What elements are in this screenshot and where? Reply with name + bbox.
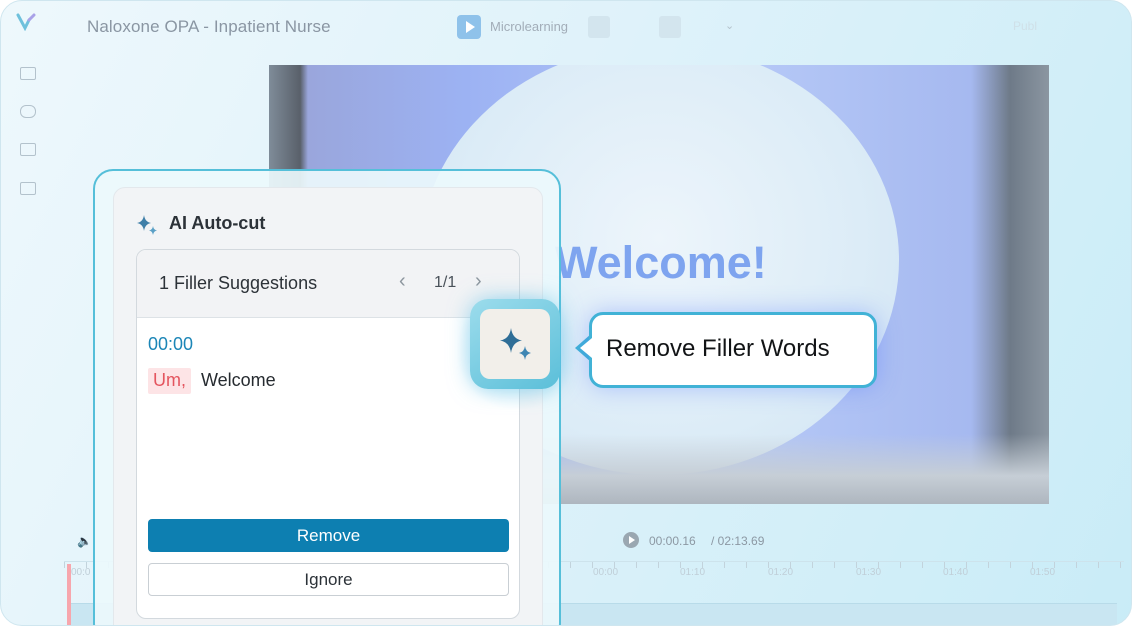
ignore-button[interactable]: Ignore: [148, 563, 509, 596]
timeline-tick: 00:0: [71, 567, 91, 578]
playhead[interactable]: [67, 564, 71, 625]
timeline-tick: 01:30: [856, 567, 882, 578]
timeline-tick: 01:40: [943, 567, 969, 578]
shapes-icon[interactable]: [20, 105, 36, 118]
avatar-icon[interactable]: [20, 143, 36, 156]
chevron-down-icon[interactable]: ⌄: [725, 19, 734, 32]
app-logo-icon: [16, 13, 36, 31]
edit-icon[interactable]: [659, 16, 681, 38]
app-window: Naloxone OPA - Inpatient Nurse Microlear…: [0, 0, 1132, 626]
timeline-play-button[interactable]: [623, 532, 639, 548]
volume-icon[interactable]: 🔈: [77, 534, 92, 548]
suggestion-timestamp[interactable]: 00:00: [148, 334, 193, 355]
sparkle-icon: [137, 215, 157, 235]
publish-button[interactable]: Publ: [1013, 19, 1037, 33]
suggestion-pager: 1/1: [434, 274, 457, 291]
slide-welcome-text[interactable]: Welcome!: [555, 237, 767, 289]
project-title: Naloxone OPA - Inpatient Nurse: [87, 17, 331, 36]
panel-title: AI Auto-cut: [169, 213, 266, 233]
remove-filler-sparkle-button[interactable]: [470, 299, 560, 389]
tooltip-text: Remove Filler Words: [606, 335, 830, 362]
timeline-tick: 01:50: [1030, 567, 1056, 578]
chevron-left-icon[interactable]: ‹: [399, 270, 406, 293]
chevron-right-icon[interactable]: ›: [475, 270, 482, 293]
transcript-text: Welcome: [201, 370, 276, 390]
filler-word-highlight[interactable]: Um,: [148, 368, 191, 394]
timeline-tick: 00:00: [593, 567, 619, 578]
captions-icon[interactable]: [20, 67, 36, 80]
sparkle-icon: [500, 328, 531, 360]
timeline-tick: 01:20: [768, 567, 794, 578]
mode-label[interactable]: Microlearning: [490, 19, 568, 34]
comment-icon[interactable]: [20, 182, 36, 195]
remove-filler-tooltip: Remove Filler Words: [589, 312, 877, 388]
total-time: / 02:13.69: [711, 534, 765, 548]
remove-button[interactable]: Remove: [148, 519, 509, 552]
timeline-tick: 01:10: [680, 567, 706, 578]
tooltip-arrow-fill: [580, 338, 592, 358]
preview-play-button[interactable]: [457, 15, 481, 39]
script-icon[interactable]: [588, 16, 610, 38]
sparkle-button-face: [480, 309, 550, 379]
suggestions-title: 1 Filler Suggestions: [159, 273, 318, 293]
current-time: 00:00.16: [649, 534, 696, 548]
